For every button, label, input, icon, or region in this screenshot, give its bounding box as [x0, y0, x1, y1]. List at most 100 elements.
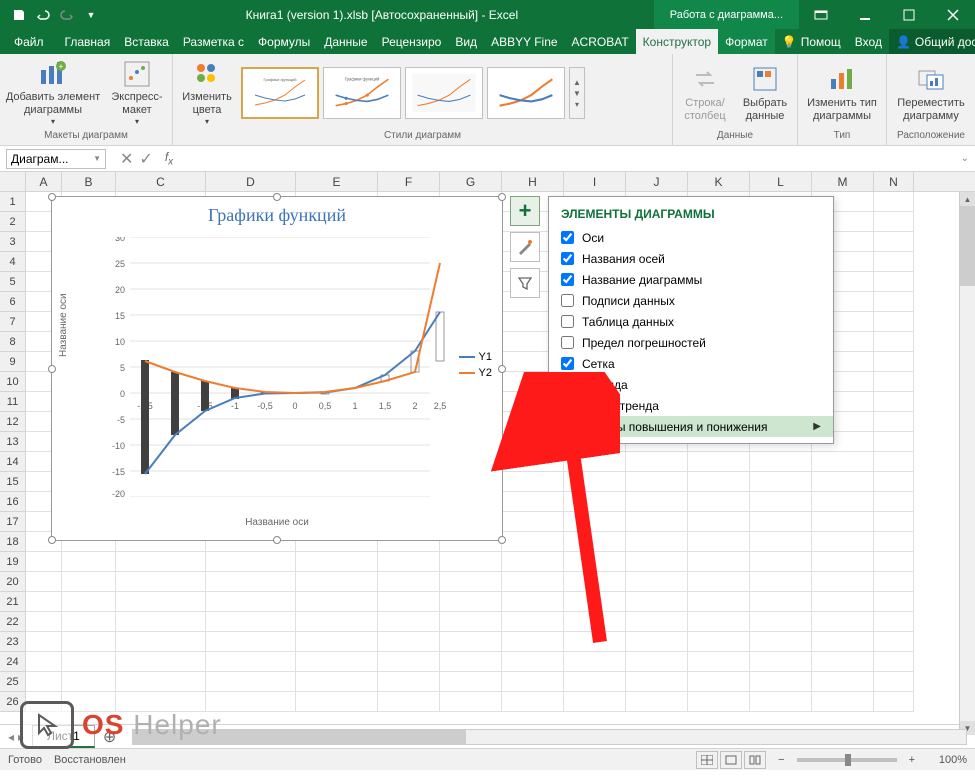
row-header[interactable]: 1 [0, 192, 26, 212]
chart-element-option[interactable]: Линия тренда [549, 395, 833, 416]
chart-object[interactable]: Графики функций Название оси 30252015105… [51, 196, 503, 541]
column-header[interactable]: D [206, 172, 296, 191]
tab-layout[interactable]: Разметка с [176, 29, 251, 54]
chart-element-option[interactable]: Оси [549, 227, 833, 248]
view-page-layout-icon[interactable] [720, 751, 742, 769]
tab-data[interactable]: Данные [317, 29, 374, 54]
tab-review[interactable]: Рецензиро [375, 29, 449, 54]
row-header[interactable]: 6 [0, 292, 26, 312]
vertical-scrollbar[interactable]: ▲ ▼ [959, 192, 975, 735]
ribbon-options-icon[interactable] [799, 0, 843, 29]
row-header[interactable]: 13 [0, 432, 26, 452]
checkbox[interactable] [561, 399, 574, 412]
close-icon[interactable] [931, 0, 975, 29]
name-box[interactable]: Диаграм...▼ [6, 149, 106, 169]
x-axis-label[interactable]: Название оси [52, 517, 502, 528]
select-all-corner[interactable] [0, 172, 26, 191]
formula-input[interactable] [177, 149, 954, 169]
undo-icon[interactable] [32, 4, 54, 26]
row-header[interactable]: 15 [0, 472, 26, 492]
column-header[interactable]: J [626, 172, 688, 191]
tab-help[interactable]: 💡Помощ [775, 29, 848, 54]
chart-style-2[interactable]: Графики функций [323, 67, 401, 119]
row-header[interactable]: 25 [0, 672, 26, 692]
row-header[interactable]: 16 [0, 492, 26, 512]
row-header[interactable]: 17 [0, 512, 26, 532]
row-header[interactable]: 22 [0, 612, 26, 632]
row-header[interactable]: 19 [0, 552, 26, 572]
minimize-icon[interactable] [843, 0, 887, 29]
chart-element-option[interactable]: Сетка [549, 353, 833, 374]
gallery-expand-button[interactable]: ▲▼▾ [569, 67, 585, 119]
row-header[interactable]: 7 [0, 312, 26, 332]
row-header[interactable]: 26 [0, 692, 26, 712]
view-normal-icon[interactable] [696, 751, 718, 769]
formula-expand-icon[interactable]: ⌄ [955, 153, 975, 164]
chart-styles-button[interactable] [510, 232, 540, 262]
chart-element-option[interactable]: Название диаграммы [549, 269, 833, 290]
column-header[interactable]: K [688, 172, 750, 191]
row-header[interactable]: 10 [0, 372, 26, 392]
tab-format[interactable]: Формат [718, 29, 775, 54]
chart-legend[interactable]: Y1 Y2 [459, 347, 492, 383]
chart-style-3[interactable] [405, 67, 483, 119]
sheet-tab-1[interactable]: Лист1 [32, 725, 95, 748]
sheet-nav[interactable]: ◂▸ [0, 730, 32, 744]
fx-icon[interactable]: fx [161, 150, 177, 167]
row-header[interactable]: 5 [0, 272, 26, 292]
checkbox[interactable] [561, 252, 574, 265]
change-chart-type-button[interactable]: Изменить тип диаграммы [802, 59, 882, 127]
cancel-formula-icon[interactable]: ✕ [120, 149, 133, 169]
chart-style-1[interactable]: Графики функций [241, 67, 319, 119]
enter-formula-icon[interactable]: ✓ [139, 149, 152, 169]
y-axis-label[interactable]: Название оси [58, 293, 69, 357]
zoom-out-icon[interactable]: − [778, 754, 784, 766]
quick-layout-button[interactable]: Экспресс-макет ▾ [106, 59, 168, 127]
column-header[interactable]: A [26, 172, 62, 191]
zoom-slider[interactable] [797, 758, 897, 762]
tab-share[interactable]: 👤Общий доступ [889, 29, 975, 54]
column-header[interactable]: L [750, 172, 812, 191]
maximize-icon[interactable] [887, 0, 931, 29]
scroll-up-icon[interactable]: ▲ [960, 192, 975, 206]
chart-element-option[interactable]: Названия осей [549, 248, 833, 269]
tab-view[interactable]: Вид [448, 29, 484, 54]
checkbox[interactable] [561, 294, 574, 307]
horizontal-scrollbar[interactable] [132, 729, 967, 745]
select-data-button[interactable]: Выбрать данные [737, 59, 793, 127]
tab-abbyy[interactable]: ABBYY Fine [484, 29, 564, 54]
redo-icon[interactable] [56, 4, 78, 26]
chart-element-option[interactable]: Таблица данных [549, 311, 833, 332]
add-sheet-button[interactable]: ⊕ [95, 727, 124, 747]
column-header[interactable]: G [440, 172, 502, 191]
chart-element-option[interactable]: Подписи данных [549, 290, 833, 311]
row-header[interactable]: 4 [0, 252, 26, 272]
column-header[interactable]: M [812, 172, 874, 191]
save-icon[interactable] [8, 4, 30, 26]
add-chart-element-button[interactable]: + Добавить элемент диаграммы ▾ [4, 59, 102, 127]
column-header[interactable]: B [62, 172, 116, 191]
tab-home[interactable]: Главная [58, 29, 118, 54]
checkbox[interactable] [561, 273, 574, 286]
row-header[interactable]: 20 [0, 572, 26, 592]
chart-style-4[interactable] [487, 67, 565, 119]
column-header[interactable]: C [116, 172, 206, 191]
row-header[interactable]: 11 [0, 392, 26, 412]
column-header[interactable]: N [874, 172, 914, 191]
row-header[interactable]: 18 [0, 532, 26, 552]
chart-plot-area[interactable]: 302520151050-5-10-15-20 -2,5-2-1,5-1-0,5… [100, 237, 450, 497]
checkbox[interactable] [561, 378, 574, 391]
column-header[interactable]: I [564, 172, 626, 191]
row-header[interactable]: 8 [0, 332, 26, 352]
tab-insert[interactable]: Вставка [117, 29, 176, 54]
switch-row-column-button[interactable]: Строка/столбец [677, 59, 733, 127]
checkbox[interactable] [561, 315, 574, 328]
tab-formulas[interactable]: Формулы [251, 29, 317, 54]
chart-elements-button[interactable]: + [510, 196, 540, 226]
checkbox[interactable] [561, 357, 574, 370]
qat-customize-icon[interactable]: ▼ [80, 4, 102, 26]
row-header[interactable]: 12 [0, 412, 26, 432]
chart-element-option[interactable]: Предел погрешностей [549, 332, 833, 353]
row-header[interactable]: 24 [0, 652, 26, 672]
column-header[interactable]: F [378, 172, 440, 191]
